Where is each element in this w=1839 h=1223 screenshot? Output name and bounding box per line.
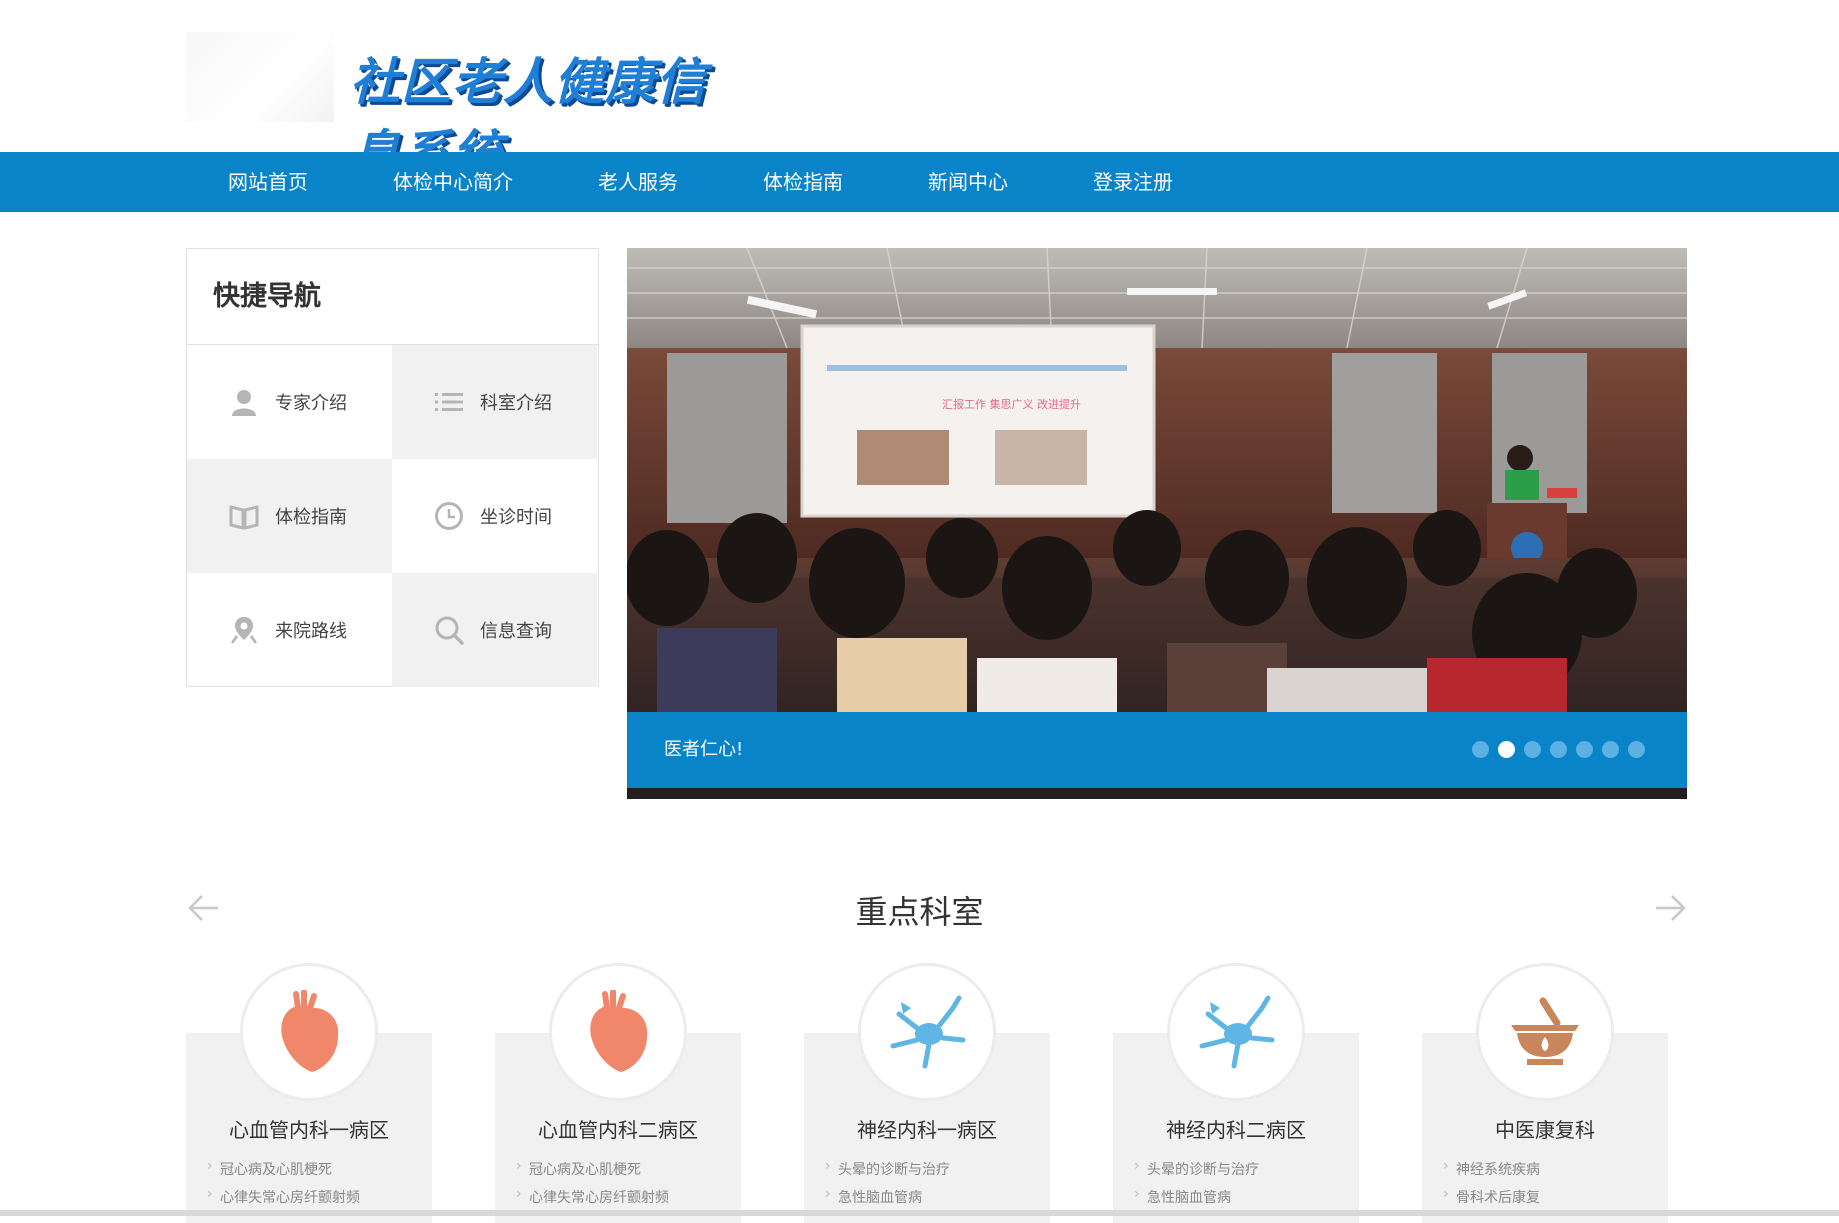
- dept-sub-item[interactable]: 骨科术后康复: [1443, 1186, 1540, 1207]
- slider-dot[interactable]: [1524, 741, 1541, 758]
- slider-dot[interactable]: [1498, 741, 1515, 758]
- dept-card[interactable]: 神经内科一病区 头晕的诊断与治疗 急性脑血管病: [804, 963, 1050, 1223]
- quick-clinic-time-label: 坐诊时间: [480, 507, 552, 528]
- quick-dept-intro-label: 科室介绍: [480, 393, 552, 414]
- quick-checkup-guide-label: 体检指南: [275, 507, 347, 528]
- slide-caption: 医者仁心!: [664, 739, 744, 760]
- nav-home[interactable]: 网站首页: [228, 152, 308, 212]
- location-icon: [229, 615, 259, 645]
- dept-sub-item[interactable]: 神经系统疾病: [1443, 1158, 1540, 1179]
- dept-name: 神经内科二病区: [1166, 1118, 1306, 1142]
- nav-news[interactable]: 新闻中心: [928, 152, 1008, 212]
- nav-elder-service[interactable]: 老人服务: [598, 152, 678, 212]
- slider-dot[interactable]: [1628, 741, 1645, 758]
- quick-expert-intro-label: 专家介绍: [275, 393, 347, 414]
- slide-screen-text: 汇报工作 集思广义 改进提升: [942, 397, 1081, 411]
- clock-icon: [434, 501, 464, 531]
- next-arrow-icon[interactable]: [1654, 893, 1688, 923]
- dept-card[interactable]: 中医康复科 神经系统疾病 骨科术后康复: [1422, 963, 1668, 1223]
- slider-dots: [1463, 741, 1645, 758]
- quick-nav-title: 快捷导航: [187, 249, 598, 345]
- dept-name: 心血管内科二病区: [538, 1118, 698, 1142]
- slide-image: 汇报工作 集思广义 改进提升: [627, 248, 1687, 712]
- quick-info-query[interactable]: 信息查询: [392, 573, 597, 687]
- slide-caption-bar: 医者仁心!: [627, 712, 1687, 788]
- quick-checkup-guide[interactable]: 体检指南: [187, 459, 392, 573]
- slider-dot[interactable]: [1576, 741, 1593, 758]
- dept-card[interactable]: 神经内科二病区 头晕的诊断与治疗 急性脑血管病: [1113, 963, 1359, 1223]
- dept-sub-item[interactable]: 急性脑血管病: [825, 1186, 922, 1207]
- dept-card[interactable]: 心血管内科一病区 冠心病及心肌梗死 心律失常心房纤颤射频: [186, 963, 432, 1223]
- mortar-icon: [1476, 963, 1614, 1101]
- neuron-icon: [1167, 963, 1305, 1101]
- logo-image: [186, 32, 334, 122]
- slider-dot[interactable]: [1550, 741, 1567, 758]
- nav-center-intro[interactable]: 体检中心简介: [393, 152, 513, 212]
- dept-sub-item[interactable]: 心律失常心房纤颤射频: [516, 1186, 669, 1207]
- dept-name: 心血管内科一病区: [229, 1118, 389, 1142]
- search-icon: [434, 615, 464, 645]
- quick-route-label: 来院路线: [275, 621, 347, 642]
- page-bottom-border: [0, 1210, 1839, 1216]
- dept-name: 中医康复科: [1495, 1118, 1595, 1142]
- quick-expert-intro[interactable]: 专家介绍: [187, 345, 392, 459]
- dept-sub-item[interactable]: 冠心病及心肌梗死: [516, 1158, 641, 1179]
- main-nav: 网站首页 体检中心简介 老人服务 体检指南 新闻中心 登录注册: [0, 152, 1839, 212]
- image-slider[interactable]: 汇报工作 集思广义 改进提升 医者仁心!: [627, 248, 1687, 799]
- heart-icon: [549, 963, 687, 1101]
- nav-checkup-guide[interactable]: 体检指南: [763, 152, 843, 212]
- section-title: 重点科室: [855, 893, 984, 931]
- site-header: 社区老人健康信息系统: [0, 0, 1839, 183]
- nav-login-register[interactable]: 登录注册: [1093, 152, 1173, 212]
- quick-dept-intro[interactable]: 科室介绍: [392, 345, 597, 459]
- slide-image-bottom: [627, 788, 1687, 799]
- user-icon: [229, 387, 259, 417]
- dept-sub-item[interactable]: 冠心病及心肌梗死: [207, 1158, 332, 1179]
- quick-clinic-time[interactable]: 坐诊时间: [392, 459, 597, 573]
- dept-sub-item[interactable]: 头晕的诊断与治疗: [825, 1158, 950, 1179]
- dept-name: 神经内科一病区: [857, 1118, 997, 1142]
- dept-card[interactable]: 心血管内科二病区 冠心病及心肌梗死 心律失常心房纤颤射频: [495, 963, 741, 1223]
- neuron-icon: [858, 963, 996, 1101]
- quick-nav-panel: 快捷导航 专家介绍 科室介绍 体检指南 坐诊时间 来院路线 信息查询: [186, 248, 599, 687]
- quick-route[interactable]: 来院路线: [187, 573, 392, 687]
- heart-icon: [240, 963, 378, 1101]
- book-icon: [229, 501, 259, 531]
- quick-nav-grid: 专家介绍 科室介绍 体检指南 坐诊时间 来院路线 信息查询: [187, 345, 598, 687]
- site-logo[interactable]: 社区老人健康信息系统: [186, 32, 716, 183]
- list-icon: [434, 387, 464, 417]
- quick-info-query-label: 信息查询: [480, 621, 552, 642]
- dept-sub-item[interactable]: 急性脑血管病: [1134, 1186, 1231, 1207]
- slider-dot[interactable]: [1602, 741, 1619, 758]
- dept-sub-item[interactable]: 心律失常心房纤颤射频: [207, 1186, 360, 1207]
- slider-dot[interactable]: [1472, 741, 1489, 758]
- dept-sub-item[interactable]: 头晕的诊断与治疗: [1134, 1158, 1259, 1179]
